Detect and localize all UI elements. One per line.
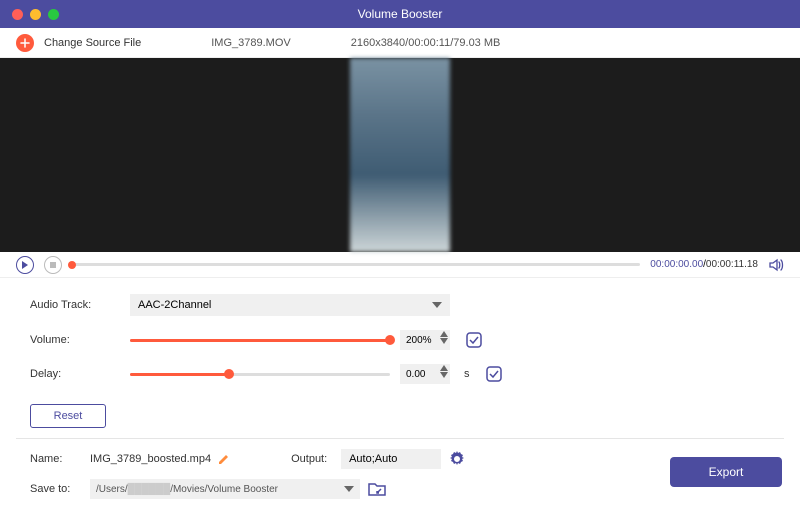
audio-controls: Audio Track: AAC-2Channel Volume: 200%	[0, 278, 800, 438]
stop-icon	[50, 262, 56, 268]
audio-track-value: AAC-2Channel	[138, 299, 211, 311]
play-button[interactable]	[16, 256, 34, 274]
delay-slider-thumb[interactable]	[224, 369, 234, 379]
delay-label: Delay:	[30, 368, 130, 380]
browse-folder-button[interactable]	[368, 481, 386, 497]
export-button[interactable]: Export	[670, 457, 782, 487]
edit-name-button[interactable]	[217, 452, 231, 466]
close-window-button[interactable]	[12, 9, 23, 20]
check-icon	[466, 332, 482, 348]
video-preview	[0, 58, 800, 252]
saveto-path: /Users/██████/Movies/Volume Booster	[96, 484, 278, 495]
check-icon	[486, 366, 502, 382]
pencil-icon	[217, 452, 231, 466]
output-bar: Name: IMG_3789_boosted.mp4 Output: Auto;…	[0, 439, 800, 521]
volume-slider-thumb[interactable]	[385, 335, 395, 345]
output-format-value: Auto;Auto	[349, 453, 397, 465]
stepper-down-icon[interactable]	[440, 338, 448, 344]
maximize-window-button[interactable]	[48, 9, 59, 20]
delay-unit: s	[464, 368, 470, 380]
volume-value: 200%	[406, 335, 432, 346]
video-frame	[350, 58, 450, 252]
time-current: 00:00:00.00	[650, 259, 703, 270]
delay-slider[interactable]	[130, 373, 390, 376]
titlebar: Volume Booster	[0, 0, 800, 28]
volume-button[interactable]	[768, 257, 784, 273]
gear-icon	[449, 451, 465, 467]
delay-value: 0.00	[406, 369, 425, 380]
delay-stepper[interactable]: 0.00	[400, 364, 450, 384]
folder-icon	[368, 481, 386, 497]
playback-bar: 00:00:00.00/00:00:11.18	[0, 252, 800, 278]
time-display: 00:00:00.00/00:00:11.18	[650, 259, 758, 270]
output-settings-button[interactable]	[449, 451, 465, 467]
traffic-lights	[0, 9, 59, 20]
change-source-button[interactable]	[16, 34, 34, 52]
minimize-window-button[interactable]	[30, 9, 41, 20]
plus-icon	[20, 38, 30, 48]
volume-apply-button[interactable]	[466, 332, 482, 348]
output-label: Output:	[291, 453, 341, 465]
saveto-label: Save to:	[30, 483, 90, 495]
delay-apply-button[interactable]	[486, 366, 502, 382]
change-source-label[interactable]: Change Source File	[44, 37, 141, 49]
delay-slider-fill	[130, 373, 229, 376]
speaker-icon	[768, 257, 784, 273]
name-label: Name:	[30, 453, 90, 465]
source-filename: IMG_3789.MOV	[211, 37, 290, 49]
saveto-select[interactable]: /Users/██████/Movies/Volume Booster	[90, 479, 360, 499]
reset-button[interactable]: Reset	[30, 404, 106, 428]
window-title: Volume Booster	[358, 7, 443, 21]
chevron-down-icon	[432, 302, 442, 308]
time-duration: 00:00:11.18	[706, 259, 758, 270]
stop-button[interactable]	[44, 256, 62, 274]
volume-stepper[interactable]: 200%	[400, 330, 450, 350]
play-icon	[21, 261, 29, 269]
audio-track-label: Audio Track:	[30, 299, 130, 311]
volume-slider[interactable]	[130, 339, 390, 342]
audio-track-select[interactable]: AAC-2Channel	[130, 294, 450, 316]
source-bar: Change Source File IMG_3789.MOV 2160x384…	[0, 28, 800, 58]
stepper-up-icon[interactable]	[440, 331, 448, 337]
chevron-down-icon	[344, 486, 354, 492]
source-info: 2160x3840/00:00:11/79.03 MB	[351, 37, 501, 49]
stepper-up-icon[interactable]	[440, 365, 448, 371]
volume-label: Volume:	[30, 334, 130, 346]
timeline-slider[interactable]	[72, 263, 640, 266]
stepper-down-icon[interactable]	[440, 372, 448, 378]
timeline-thumb[interactable]	[68, 261, 76, 269]
output-format-select[interactable]: Auto;Auto	[341, 449, 441, 469]
volume-slider-fill	[130, 339, 390, 342]
output-name: IMG_3789_boosted.mp4	[90, 453, 211, 465]
